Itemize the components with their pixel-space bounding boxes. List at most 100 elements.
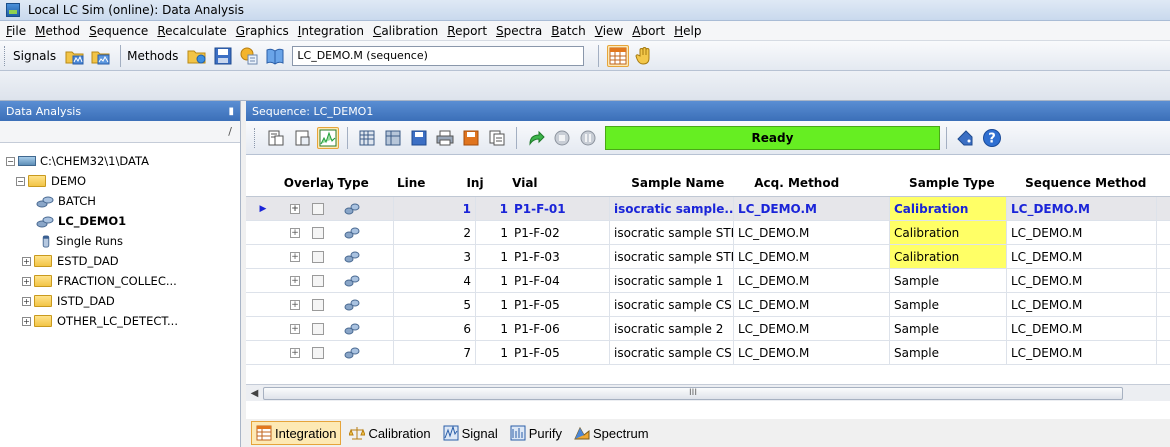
acq-method-cell[interactable]: LC_DEMO.M	[734, 197, 890, 220]
inj-cell[interactable]: 1	[476, 293, 510, 316]
vial-cell[interactable]: P1-F-05	[510, 293, 610, 316]
inj-cell[interactable]: 1	[476, 269, 510, 292]
copy-button[interactable]	[486, 127, 508, 149]
sequence-method-cell[interactable]: LC_DEMO.M	[1007, 197, 1157, 220]
tree-node-lc-demo1[interactable]: LC_DEMO1	[6, 211, 240, 231]
overlay-checkbox[interactable]	[312, 346, 324, 359]
expand-icon[interactable]: +	[22, 256, 31, 266]
sample-name-cell[interactable]: isocratic sample...	[610, 197, 734, 220]
first-run-button[interactable]	[265, 127, 287, 149]
sample-name-cell[interactable]: isocratic sample 2	[610, 317, 734, 340]
expand-row-icon[interactable]: +	[290, 299, 300, 310]
vial-cell[interactable]: P1-F-02	[510, 221, 610, 244]
menu-view[interactable]: View	[593, 24, 630, 38]
table-row[interactable]: +3 1 P1-F-03 isocratic sample STD LC_DEMO.M C…	[246, 245, 1170, 269]
menu-file[interactable]: File	[4, 24, 33, 38]
overlay-signal-button[interactable]	[90, 45, 112, 67]
menu-help[interactable]: Help	[672, 24, 708, 38]
sample-type-cell[interactable]: Sample	[890, 269, 1007, 292]
vial-cell[interactable]: P1-F-06	[510, 317, 610, 340]
header-type[interactable]: Type	[333, 169, 393, 196]
stop-button[interactable]	[551, 127, 573, 149]
menu-report[interactable]: Report	[445, 24, 494, 38]
expand-icon[interactable]: +	[22, 316, 31, 326]
load-method-button[interactable]	[186, 45, 208, 67]
inj-cell[interactable]: 1	[476, 221, 510, 244]
menu-spectra[interactable]: Spectra	[494, 24, 549, 38]
table-row[interactable]: +6 1 P1-F-06 isocratic sample 2 LC_DEMO.M Sam…	[246, 317, 1170, 341]
line-cell[interactable]: 7	[394, 341, 476, 364]
menu-integration[interactable]: Integration	[296, 24, 371, 38]
sample-name-cell[interactable]: isocratic sample STD	[610, 245, 734, 268]
integrate-all-button[interactable]	[317, 126, 339, 149]
inj-cell[interactable]: 1	[476, 341, 510, 364]
tab-spectrum[interactable]: Spectrum	[570, 421, 653, 445]
header-acq-method[interactable]: Acq. Method	[750, 169, 905, 196]
scroll-left-icon[interactable]: ◀	[246, 385, 263, 402]
expand-row-icon[interactable]: +	[290, 347, 300, 358]
header-sample-name[interactable]: Sample Name	[627, 169, 750, 196]
overlay-checkbox[interactable]	[312, 226, 324, 239]
vial-cell[interactable]: P1-F-04	[510, 269, 610, 292]
tab-signal[interactable]: Signal	[439, 421, 502, 445]
help-button[interactable]: ?	[981, 127, 1003, 149]
header-vial[interactable]: Vial	[508, 169, 627, 196]
run-method-button[interactable]	[633, 45, 655, 67]
overlay-checkbox[interactable]	[312, 298, 324, 311]
save-method-button[interactable]	[212, 45, 234, 67]
table-row[interactable]: +5 1 P1-F-05 isocratic sample CS LC_DEMO.M Sa…	[246, 293, 1170, 317]
export-button[interactable]	[460, 127, 482, 149]
sequence-method-cell[interactable]: LC_DEMO.M	[1007, 317, 1157, 340]
menu-calibration[interactable]: Calibration	[371, 24, 445, 38]
table-row[interactable]: +4 1 P1-F-04 isocratic sample 1 LC_DEMO.M Sam…	[246, 269, 1170, 293]
menu-batch[interactable]: Batch	[549, 24, 593, 38]
acq-method-cell[interactable]: LC_DEMO.M	[734, 317, 890, 340]
save-template-button[interactable]	[408, 127, 430, 149]
tree-node-fraction[interactable]: + FRACTION_COLLEC...	[6, 271, 240, 291]
acq-method-cell[interactable]: LC_DEMO.M	[734, 293, 890, 316]
header-inj[interactable]: Inj	[462, 169, 508, 196]
overlay-checkbox[interactable]	[312, 322, 324, 335]
sample-type-cell[interactable]: Sample	[890, 317, 1007, 340]
expand-row-icon[interactable]: +	[290, 227, 300, 238]
print-setup-button[interactable]	[356, 127, 378, 149]
tag-button[interactable]	[955, 127, 977, 149]
table-view-button[interactable]	[607, 44, 630, 67]
sequence-method-cell[interactable]: LC_DEMO.M	[1007, 293, 1157, 316]
collapse-icon[interactable]: −	[6, 156, 15, 166]
vial-cell[interactable]: P1-F-05	[510, 341, 610, 364]
sample-name-cell[interactable]: isocratic sample 1	[610, 269, 734, 292]
header-overlay[interactable]: Overlay	[280, 169, 334, 196]
header-sample-type[interactable]: Sample Type	[905, 169, 1021, 196]
table-row[interactable]: +7 1 P1-F-05 isocratic sample CS LC_DEMO.M Sa…	[246, 341, 1170, 365]
expand-row-icon[interactable]: +	[290, 251, 300, 262]
sample-type-cell[interactable]: Calibration	[890, 245, 1007, 268]
overlay-checkbox[interactable]	[312, 250, 324, 263]
start-button[interactable]	[525, 127, 547, 149]
acq-method-cell[interactable]: LC_DEMO.M	[734, 269, 890, 292]
sample-type-cell[interactable]: Sample	[890, 341, 1007, 364]
sequence-method-cell[interactable]: LC_DEMO.M	[1007, 245, 1157, 268]
sequence-method-cell[interactable]: LC_DEMO.M	[1007, 221, 1157, 244]
inj-cell[interactable]: 1	[476, 317, 510, 340]
acq-method-cell[interactable]: LC_DEMO.M	[734, 341, 890, 364]
next-run-button[interactable]	[291, 127, 313, 149]
tab-calibration[interactable]: Calibration	[345, 421, 434, 445]
menu-method[interactable]: Method	[33, 24, 87, 38]
menu-graphics[interactable]: Graphics	[234, 24, 296, 38]
sample-name-cell[interactable]: isocratic sample STD	[610, 221, 734, 244]
method-book-button[interactable]	[264, 45, 286, 67]
vial-cell[interactable]: P1-F-03	[510, 245, 610, 268]
horizontal-scrollbar[interactable]: ◀ III	[246, 384, 1170, 401]
sequence-method-cell[interactable]: LC_DEMO.M	[1007, 341, 1157, 364]
acq-method-cell[interactable]: LC_DEMO.M	[734, 245, 890, 268]
tree-node-root[interactable]: − C:\CHEM32\1\DATA	[6, 151, 240, 171]
pause-button[interactable]	[577, 127, 599, 149]
method-name-field[interactable]: LC_DEMO.M (sequence)	[292, 45, 585, 66]
expand-icon[interactable]: +	[22, 296, 31, 306]
table-row[interactable]: +2 1 P1-F-02 isocratic sample STD LC_DEMO.M C…	[246, 221, 1170, 245]
sample-type-cell[interactable]: Calibration	[890, 221, 1007, 244]
line-cell[interactable]: 1	[394, 197, 476, 220]
menu-abort[interactable]: Abort	[630, 24, 672, 38]
sample-type-cell[interactable]: Calibration	[890, 197, 1007, 220]
